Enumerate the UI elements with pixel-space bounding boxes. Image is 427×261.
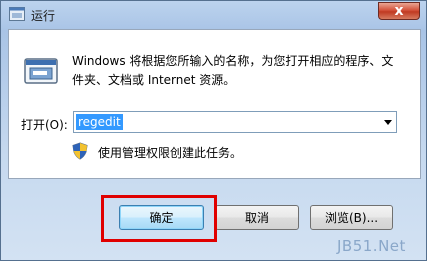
- browse-button[interactable]: 浏览(B)...: [310, 205, 393, 230]
- dialog-description: Windows 将根据您所输入的名称，为您打开相应的程序、文件夹、文档或 Int…: [72, 54, 394, 87]
- title-bar[interactable]: 运行 x: [1, 1, 426, 29]
- close-button[interactable]: x: [378, 2, 420, 20]
- run-icon: [9, 7, 25, 21]
- window-title: 运行: [31, 9, 56, 23]
- watermark: JB51.Net: [337, 237, 406, 255]
- run-program-icon: [24, 58, 58, 84]
- run-dialog: 运行 x Windows 将根据您所输入的名称，为您打开相应的程序、文件夹、文档…: [0, 0, 427, 261]
- open-label: 打开(O):: [21, 118, 68, 132]
- uac-shield-icon: [72, 142, 88, 160]
- dropdown-arrow-icon[interactable]: [384, 120, 392, 125]
- open-combobox[interactable]: regedit: [73, 111, 397, 133]
- cancel-button[interactable]: 取消: [215, 205, 299, 230]
- dialog-body: Windows 将根据您所输入的名称，为您打开相应的程序、文件夹、文档或 Int…: [8, 29, 421, 179]
- command-input-value[interactable]: regedit: [76, 114, 123, 130]
- admin-privilege-note: 使用管理权限创建此任务。: [98, 146, 243, 160]
- ok-button-highlight: [101, 195, 217, 242]
